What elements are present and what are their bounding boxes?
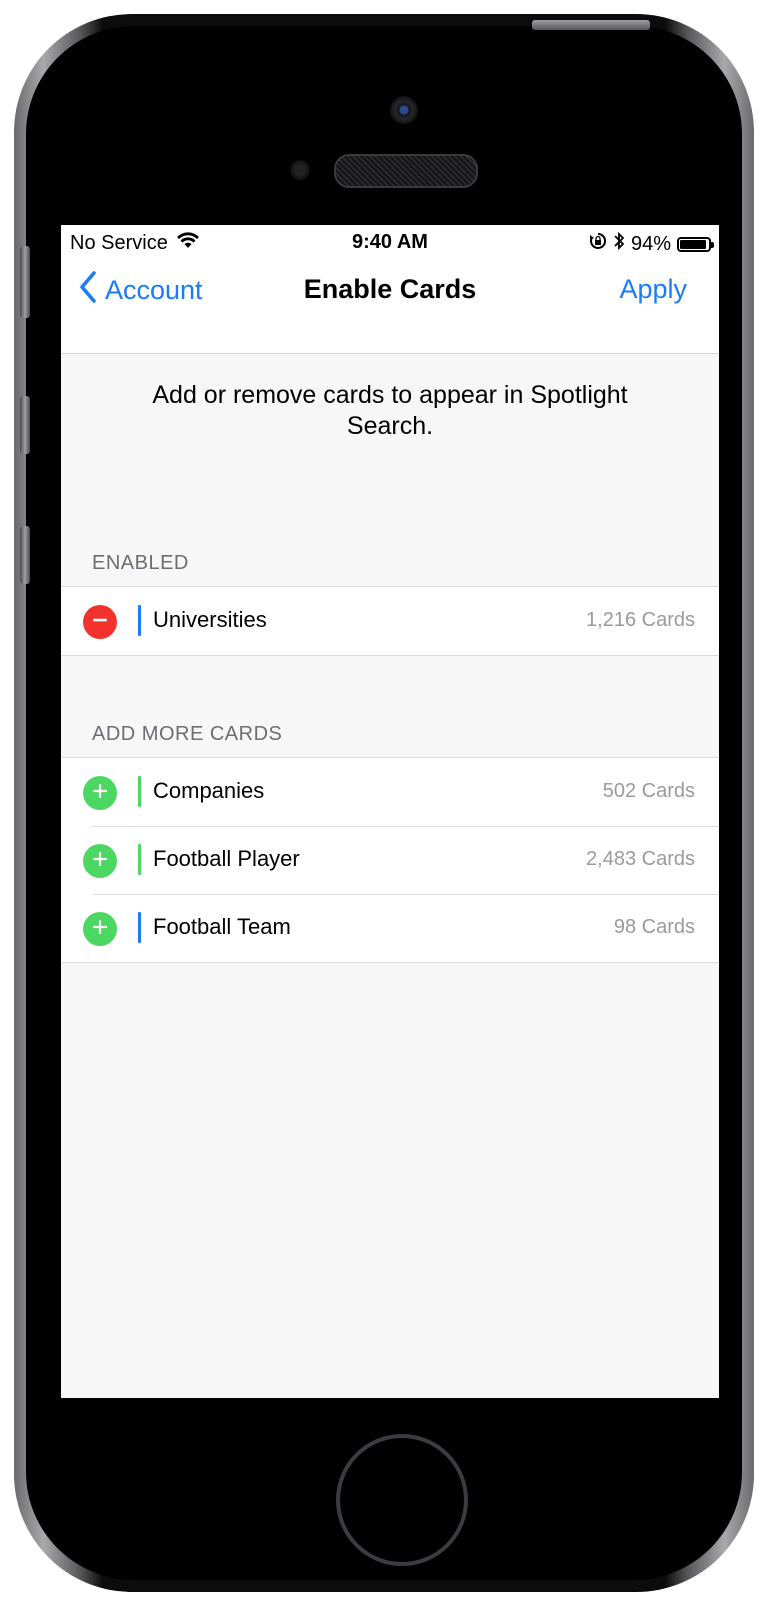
plus-icon (90, 849, 110, 874)
accent-bar (138, 844, 141, 875)
card-type-label: Football Team (153, 914, 291, 939)
accent-bar (138, 776, 141, 807)
status-bar: No Service 9:40 AM 94% (61, 225, 719, 259)
card-count: 502 Cards (602, 780, 695, 802)
card-count: 2,483 Cards (586, 848, 695, 870)
plus-icon (90, 917, 110, 942)
volume-down-button (20, 526, 30, 584)
list-item: Football Team 98 Cards (61, 894, 719, 962)
mute-switch (20, 246, 30, 318)
battery-fill (680, 239, 707, 249)
volume-up-button (20, 396, 30, 454)
battery-percent: 94% (630, 232, 671, 255)
enabled-list: Universities 1,216 Cards (61, 586, 719, 656)
card-count: 98 Cards (613, 916, 695, 938)
apply-button[interactable]: Apply (619, 274, 687, 305)
app-screen: No Service 9:40 AM 94% Account Enable Ca… (61, 225, 719, 1398)
navigation-bar: Account Enable Cards Apply (61, 259, 719, 354)
minus-icon (90, 610, 110, 635)
card-type-label: Companies (153, 778, 265, 803)
accent-bar (138, 912, 141, 943)
rotation-lock-icon (589, 232, 607, 256)
add-button[interactable] (83, 844, 117, 878)
list-item: Universities 1,216 Cards (61, 587, 719, 655)
list-item: Football Player 2,483 Cards (61, 826, 719, 894)
bluetooth-icon (613, 231, 625, 257)
card-type-label: Football Player (153, 846, 300, 871)
proximity-sensor (290, 160, 310, 180)
add-more-list: Companies 502 Cards Football Player 2,48… (61, 757, 719, 963)
section-header-add-more: ADD MORE CARDS (92, 723, 283, 745)
front-camera (390, 96, 418, 124)
add-button[interactable] (83, 776, 117, 810)
status-right: 94% (589, 231, 714, 257)
accent-bar (138, 605, 141, 636)
earpiece-speaker (334, 154, 478, 188)
card-type-label: Universities (153, 607, 267, 632)
intro-text: Add or remove cards to appear in Spotlig… (152, 381, 628, 440)
list-item: Companies 502 Cards (61, 758, 719, 826)
home-button[interactable] (336, 1434, 468, 1566)
card-count: 1,216 Cards (586, 609, 695, 631)
power-button (532, 20, 650, 30)
add-button[interactable] (83, 912, 117, 946)
battery-icon (677, 236, 714, 252)
remove-button[interactable] (83, 605, 117, 639)
plus-icon (90, 781, 110, 806)
section-header-enabled: ENABLED (92, 552, 189, 574)
